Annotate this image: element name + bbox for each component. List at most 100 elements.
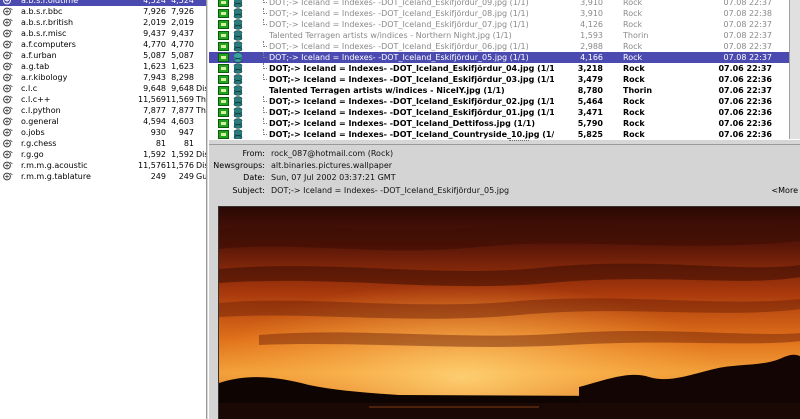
binary-attachment-icon bbox=[218, 119, 229, 128]
article-row[interactable]: DOT;-> Iceland = Indexes- -DOT_Iceland_C… bbox=[209, 129, 800, 139]
binary-attachment-icon bbox=[218, 9, 229, 18]
article-list[interactable]: DOT;-> Iceland = Indexes- -DOT_Iceland_E… bbox=[209, 0, 800, 139]
newsgroup-unread: 8,298 bbox=[171, 73, 194, 82]
newsgroup-description: Dis bbox=[196, 150, 206, 159]
newsgroup-icon bbox=[3, 73, 13, 82]
newsgroup-icon bbox=[3, 18, 13, 27]
newsgroup-total: 9,437 bbox=[143, 29, 166, 38]
article-size: 5,790 bbox=[577, 119, 603, 128]
article-size: 5,464 bbox=[577, 97, 603, 106]
binary-attachment-icon bbox=[218, 130, 229, 139]
newsgroup-total: 1,623 bbox=[143, 62, 166, 71]
article-row[interactable]: DOT;-> Iceland = Indexes- -DOT_Iceland_E… bbox=[209, 63, 800, 74]
newsgroup-row[interactable]: r.m.m.g.acoustic11,57611,576Dis bbox=[0, 160, 206, 171]
newsgroup-unread: 1,623 bbox=[171, 62, 194, 71]
article-row[interactable]: DOT;-> Iceland = Indexes- -DOT_Iceland_E… bbox=[209, 52, 800, 63]
newsgroup-row[interactable]: a.r.kibology 7,943 8,298 bbox=[0, 72, 206, 83]
article-row[interactable]: DOT;-> Iceland = Indexes- -DOT_Iceland_E… bbox=[209, 8, 800, 19]
article-row[interactable]: Talented Terragen artists w/indices - No… bbox=[209, 30, 800, 41]
binary-attachment-icon bbox=[218, 75, 229, 84]
article-author: Thorin bbox=[623, 31, 649, 40]
header-newsgroups: Newsgroups: alt.binaries.pictures.wallpa… bbox=[209, 160, 799, 171]
article-subject: Talented Terragen artists w/indices - Ni… bbox=[269, 86, 505, 95]
newsgroup-description: Th bbox=[196, 95, 206, 104]
decoded-stack-icon bbox=[233, 41, 243, 52]
newsgroup-row[interactable]: a.f.urban 5,087 5,087 bbox=[0, 50, 206, 61]
article-row[interactable]: DOT;-> Iceland = Indexes- -DOT_Iceland_E… bbox=[209, 74, 800, 85]
article-author: Rock bbox=[623, 0, 643, 7]
article-subject: DOT;-> Iceland = Indexes- -DOT_Iceland_E… bbox=[269, 0, 529, 7]
newsgroup-total: 5,087 bbox=[143, 51, 166, 60]
newsgroup-total: 11,569 bbox=[138, 95, 166, 104]
newsgroup-name: o.jobs bbox=[21, 128, 45, 137]
newsgroup-total: 7,926 bbox=[143, 7, 166, 16]
newsgroup-description: Gu bbox=[196, 172, 206, 181]
newsgroup-total: 9,648 bbox=[143, 84, 166, 93]
newsgroup-total: 7,877 bbox=[143, 106, 166, 115]
newsgroup-name: a.f.computers bbox=[21, 40, 76, 49]
newsgroup-name: r.g.chess bbox=[21, 139, 57, 148]
newsgroup-list[interactable]: a.b.s.r.oldtime 4,524 4,524 a.b.s.r.bbc 7,92… bbox=[0, 0, 206, 419]
newsgroup-row[interactable]: c.l.c9,6489,648Dis bbox=[0, 83, 206, 94]
newsgroup-row[interactable]: a.f.computers 4,770 4,770 bbox=[0, 39, 206, 50]
newsgroup-row[interactable]: a.b.s.r.misc 9,437 9,437 bbox=[0, 28, 206, 39]
newsgroup-row[interactable]: a.b.s.r.bbc 7,926 7,926 bbox=[0, 6, 206, 17]
article-date: 07.06 22:36 bbox=[718, 130, 772, 139]
article-date: 07.08 22:37 bbox=[723, 20, 773, 29]
newsgroup-unread: 11,569 bbox=[166, 95, 194, 104]
binary-attachment-icon bbox=[218, 108, 229, 117]
article-size: 8,780 bbox=[577, 86, 603, 95]
newsgroup-total: 1,592 bbox=[143, 150, 166, 159]
thread-connector bbox=[263, 52, 267, 58]
newsgroup-row[interactable]: a.b.s.r.british 2,019 2,019 bbox=[0, 17, 206, 28]
newsgroup-unread: 81 bbox=[183, 139, 194, 148]
newsgroup-unread: 249 bbox=[178, 172, 194, 181]
article-list-scrollbar[interactable] bbox=[789, 0, 800, 139]
newsgroup-row[interactable]: r.g.chess 81 81 bbox=[0, 138, 206, 149]
newsgroup-row[interactable]: o.general 4,594 4,603 bbox=[0, 116, 206, 127]
article-row[interactable]: DOT;-> Iceland = Indexes- -DOT_Iceland_D… bbox=[209, 118, 800, 129]
header-from-value: rock_087@hotmail.com (Rock) bbox=[271, 149, 394, 158]
article-date: 07.06 22:36 bbox=[718, 75, 772, 84]
article-size: 4,126 bbox=[580, 20, 603, 29]
decoded-stack-icon bbox=[233, 85, 243, 96]
article-size: 3,479 bbox=[577, 75, 603, 84]
article-row[interactable]: Talented Terragen artists w/indices - Ni… bbox=[209, 85, 800, 96]
newsgroup-name: c.l.python bbox=[21, 106, 61, 115]
newsgroup-row[interactable]: r.m.m.g.tablature 249 249 Gu bbox=[0, 171, 206, 182]
newsgroup-icon bbox=[3, 95, 13, 104]
thread-connector bbox=[263, 74, 267, 80]
more-headers-link[interactable]: <More bbox=[771, 185, 798, 196]
decoded-stack-icon bbox=[233, 118, 243, 129]
thread-connector bbox=[263, 118, 267, 124]
newsgroup-row[interactable]: r.g.go1,5921,592Dis bbox=[0, 149, 206, 160]
article-row[interactable]: DOT;-> Iceland = Indexes- -DOT_Iceland_E… bbox=[209, 107, 800, 118]
newsgroup-row[interactable]: a.g.tab 1,623 1,623 bbox=[0, 61, 206, 72]
newsgroup-icon bbox=[3, 150, 13, 159]
article-size: 4,166 bbox=[580, 53, 603, 62]
newsgroup-total: 11,576 bbox=[138, 161, 166, 170]
article-row[interactable]: DOT;-> Iceland = Indexes- -DOT_Iceland_E… bbox=[209, 0, 800, 8]
newsgroup-name: r.m.m.g.acoustic bbox=[21, 161, 88, 170]
header-subject: Subject: DOT;-> Iceland = Indexes- -DOT_… bbox=[209, 185, 769, 196]
article-author: Rock bbox=[623, 75, 645, 84]
newsgroup-row[interactable]: c.l.c++ 11,569 11,569 Th bbox=[0, 94, 206, 105]
splitter-grip[interactable] bbox=[509, 140, 529, 144]
newsgroup-row[interactable]: o.jobs 930 947 bbox=[0, 127, 206, 138]
thread-connector bbox=[263, 19, 267, 25]
article-subject: DOT;-> Iceland = Indexes- -DOT_Iceland_E… bbox=[269, 42, 529, 51]
article-date: 07.08 22:37 bbox=[723, 42, 773, 51]
article-row[interactable]: DOT;-> Iceland = Indexes- -DOT_Iceland_E… bbox=[209, 19, 800, 30]
article-row[interactable]: DOT;-> Iceland = Indexes- -DOT_Iceland_E… bbox=[209, 41, 800, 52]
article-size: 5,825 bbox=[577, 130, 603, 139]
newsgroup-icon bbox=[3, 117, 13, 126]
newsgroup-description: Th bbox=[196, 106, 206, 115]
newsgroup-icon bbox=[3, 106, 13, 115]
article-author: Rock bbox=[623, 64, 645, 73]
article-size: 3,910 bbox=[580, 9, 603, 18]
article-size: 3,471 bbox=[577, 108, 603, 117]
article-subject: DOT;-> Iceland = Indexes- -DOT_Iceland_E… bbox=[269, 9, 529, 18]
newsgroup-row[interactable]: c.l.python 7,877 7,877 Th bbox=[0, 105, 206, 116]
newsgroup-name: a.b.s.r.bbc bbox=[21, 7, 63, 16]
article-row[interactable]: DOT;-> Iceland = Indexes- -DOT_Iceland_E… bbox=[209, 96, 800, 107]
